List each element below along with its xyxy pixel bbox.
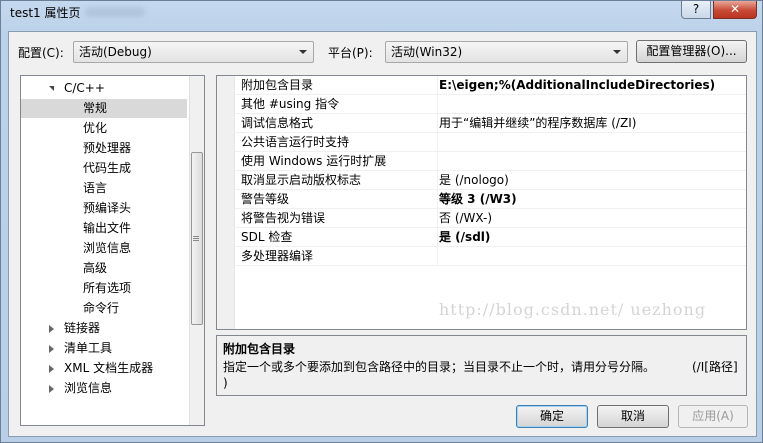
platform-label: 平台(P): — [328, 46, 373, 60]
property-name: SDL 检查 — [241, 230, 293, 244]
tree-item-label: 预编译头 — [83, 201, 132, 215]
tree-node[interactable]: XML 文档生成器 — [21, 359, 187, 378]
property-name: 将警告视为错误 — [241, 211, 326, 225]
category-tree[interactable]: C/C++ 常规 优化 预处理器 代码生成 语言 预编译头 输出文件 浏览信息 高级 所有选项 命令行… — [20, 75, 205, 426]
collapsed-arrow-icon[interactable] — [49, 365, 54, 373]
property-row[interactable]: 取消显示启动版权标志 是 (/nologo) — [235, 171, 746, 190]
description-text: 指定一个或多个要添加到包含路径中的目录；当目录不止一个时，请用分号分隔。 — [223, 360, 656, 374]
tree-item-label: 预处理器 — [83, 141, 132, 155]
tree-item-label: 高级 — [83, 261, 108, 275]
chevron-down-icon — [613, 50, 621, 54]
collapsed-arrow-icon[interactable] — [49, 325, 54, 333]
tree-item-label: 常规 — [83, 101, 108, 115]
window-title: test1 属性页 — [10, 6, 81, 20]
tree-node[interactable]: 链接器 — [21, 319, 187, 338]
tree-item-label: XML 文档生成器 — [64, 361, 154, 375]
chevron-down-icon — [299, 50, 307, 54]
tree-leaf[interactable]: 所有选项 — [21, 279, 187, 298]
tree-leaf[interactable]: 预处理器 — [21, 139, 187, 158]
tree-item-label: 优化 — [83, 121, 108, 135]
property-value[interactable]: 等级 3 (/W3) — [439, 190, 517, 208]
property-row[interactable]: 调试信息格式 用于“编辑并继续”的程序数据库 (/ZI) — [235, 114, 746, 133]
config-label: 配置(C): — [18, 46, 64, 60]
description-tail: ) — [223, 376, 228, 390]
property-value[interactable]: 是 (/nologo) — [439, 171, 509, 189]
scrollbar-thumb[interactable] — [191, 152, 203, 325]
tree-item-label: 代码生成 — [83, 161, 132, 175]
blurred-title-fragment — [85, 7, 145, 17]
tree-item-label: 清单工具 — [64, 341, 113, 355]
title-bar[interactable]: test1 属性页 ? ✕ — [1, 1, 762, 31]
close-button[interactable]: ✕ — [713, 1, 757, 19]
ok-button[interactable]: 确定 — [516, 405, 588, 428]
property-name: 其他 #using 指令 — [241, 97, 340, 111]
property-row[interactable]: 多处理器编译 — [235, 247, 746, 266]
cancel-button[interactable]: 取消 — [597, 405, 669, 428]
collapsed-arrow-icon[interactable] — [49, 385, 54, 393]
property-value[interactable]: 是 (/sdl) — [439, 228, 490, 246]
property-name: 使用 Windows 运行时扩展 — [241, 154, 387, 168]
help-button[interactable]: ? — [681, 1, 711, 19]
tree-item-label: 链接器 — [64, 321, 101, 335]
tree-item-label: 输出文件 — [83, 221, 132, 235]
tree-scrollbar[interactable] — [189, 76, 204, 425]
property-row[interactable]: 使用 Windows 运行时扩展 — [235, 152, 746, 171]
property-row[interactable]: 其他 #using 指令 — [235, 95, 746, 114]
property-row[interactable]: 警告等级 等级 3 (/W3) — [235, 190, 746, 209]
tree-leaf[interactable]: 预编译头 — [21, 199, 187, 218]
tree-item-label: 命令行 — [83, 301, 120, 315]
tree-node[interactable]: 浏览信息 — [21, 379, 187, 398]
description-switch: (/I[路径] — [692, 360, 738, 374]
property-row[interactable]: 将警告视为错误 否 (/WX-) — [235, 209, 746, 228]
watermark-text: http://blog.csdn.net/ uezhong — [439, 300, 707, 319]
dialog-client-area: 配置(C): 活动(Debug) 平台(P): 活动(Win32) 配置管理器(… — [8, 31, 757, 437]
property-name: 取消显示启动版权标志 — [241, 173, 362, 187]
property-grid[interactable]: http://blog.csdn.net/ uezhong 附加包含目录 E:\e… — [216, 75, 747, 330]
collapsed-arrow-icon[interactable] — [49, 345, 54, 353]
expanded-arrow-icon[interactable] — [49, 86, 54, 91]
tree-item-label: 语言 — [83, 181, 108, 195]
tree-leaf[interactable]: 浏览信息 — [21, 239, 187, 258]
platform-combo[interactable]: 活动(Win32) — [385, 41, 628, 63]
tree-item-label: 浏览信息 — [64, 381, 113, 395]
platform-combo-value: 活动(Win32) — [391, 45, 463, 59]
config-combo[interactable]: 活动(Debug) — [73, 41, 314, 63]
property-value[interactable]: 用于“编辑并继续”的程序数据库 (/ZI) — [439, 114, 636, 132]
config-manager-button[interactable]: 配置管理器(O)... — [636, 40, 747, 63]
tree-leaf[interactable]: 高级 — [21, 259, 187, 278]
apply-button[interactable]: 应用(A) — [678, 405, 748, 428]
property-row[interactable]: 附加包含目录 E:\eigen;%(AdditionalIncludeDirect… — [235, 76, 746, 95]
tree-item-label: 所有选项 — [83, 281, 132, 295]
description-title: 附加包含目录 — [223, 342, 296, 356]
property-name: 附加包含目录 — [241, 78, 314, 92]
tree-leaf[interactable]: 常规 — [21, 99, 187, 118]
tree-item-label: C/C++ — [64, 81, 105, 95]
tree-leaf[interactable]: 输出文件 — [21, 219, 187, 238]
property-name: 多处理器编译 — [241, 249, 314, 263]
description-panel: 附加包含目录 指定一个或多个要添加到包含路径中的目录；当目录不止一个时，请用分号… — [216, 335, 747, 396]
tree-node[interactable]: 清单工具 — [21, 339, 187, 358]
tree-leaf[interactable]: 语言 — [21, 179, 187, 198]
property-pages-window: test1 属性页 ? ✕ 配置(C): 活动(Debug) 平台(P): 活动… — [0, 0, 763, 443]
property-name: 调试信息格式 — [241, 116, 314, 130]
config-combo-value: 活动(Debug) — [79, 45, 152, 59]
property-value[interactable]: 否 (/WX-) — [439, 209, 492, 227]
property-row[interactable]: SDL 检查 是 (/sdl) — [235, 228, 746, 247]
property-row[interactable]: 公共语言运行时支持 — [235, 133, 746, 152]
property-name: 警告等级 — [241, 192, 290, 206]
tree-leaf[interactable]: 优化 — [21, 119, 187, 138]
property-value[interactable]: E:\eigen;%(AdditionalIncludeDirectories) — [439, 76, 715, 94]
tree-item-label: 浏览信息 — [83, 241, 132, 255]
property-name: 公共语言运行时支持 — [241, 135, 350, 149]
scrollbar-grip-icon — [193, 236, 199, 237]
grid-gutter — [217, 76, 235, 329]
tree-node[interactable]: C/C++ — [21, 79, 187, 98]
tree-leaf[interactable]: 命令行 — [21, 299, 187, 318]
tree-leaf[interactable]: 代码生成 — [21, 159, 187, 178]
